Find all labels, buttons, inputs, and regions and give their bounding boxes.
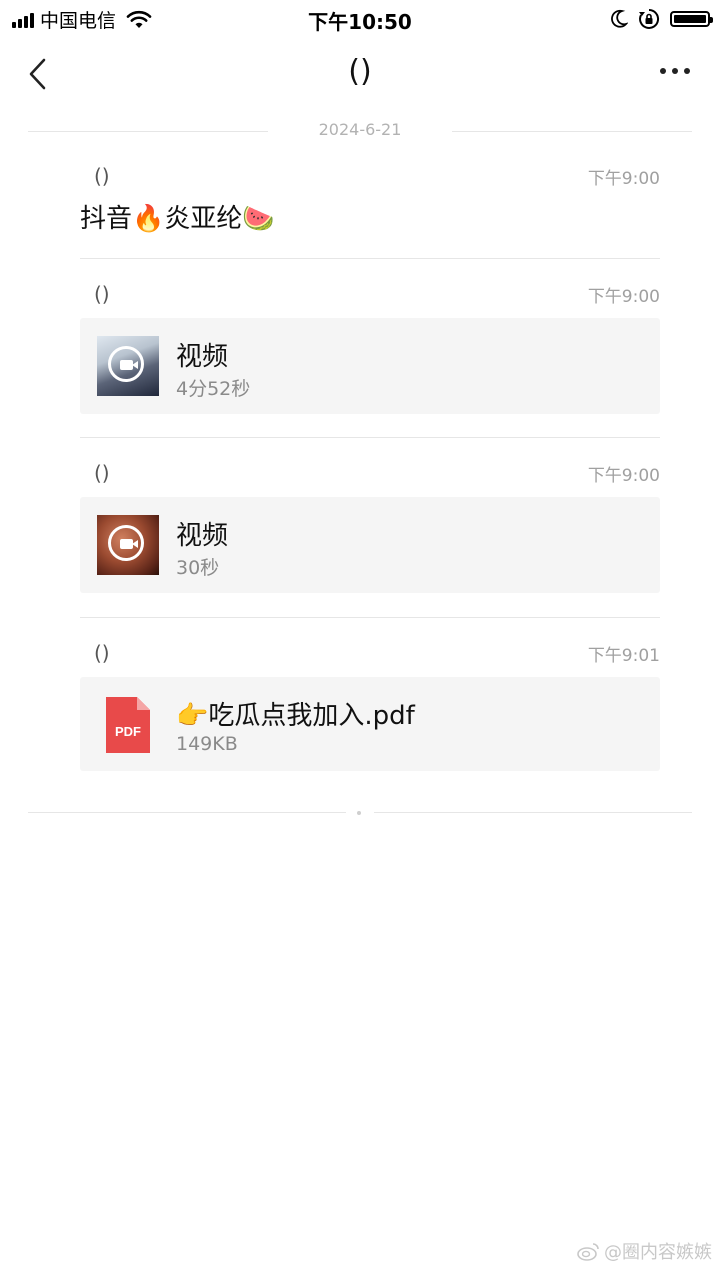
video-camera-icon (108, 525, 144, 561)
file-size: 149KB (176, 733, 238, 755)
message-text[interactable]: 抖音🔥炎亚纶🍉 (80, 198, 275, 235)
video-duration: 4分52秒 (176, 378, 251, 400)
message-divider (80, 437, 660, 438)
file-name: 👉吃瓜点我加入.pdf (176, 701, 415, 731)
end-divider-line (374, 812, 692, 813)
message-item: () 下午9:00 视频 30秒 (80, 461, 660, 593)
page-title: () (348, 54, 372, 89)
file-card[interactable]: PDF 👉吃瓜点我加入.pdf 149KB (80, 677, 660, 771)
video-camera-icon (108, 346, 144, 382)
message-item: () 下午9:01 PDF 👉吃瓜点我加入.pdf 149KB (80, 641, 660, 773)
message-time: 下午9:00 (587, 287, 660, 307)
card-title: 视频 (176, 342, 229, 372)
watermark-text: @圈内容嫉嫉 (604, 1242, 712, 1263)
sender-name: () (94, 164, 110, 188)
status-bar: 中国电信 下午10:50 (0, 0, 720, 36)
end-divider-dot (357, 811, 361, 815)
sender-name: () (94, 461, 110, 485)
video-thumbnail (97, 515, 159, 575)
date-divider: 2024-6-21 (28, 120, 692, 142)
end-divider-line (28, 812, 346, 813)
nav-bar: () (0, 44, 720, 104)
pdf-icon-label: PDF (115, 724, 141, 739)
message-item: () 下午9:00 视频 4分52秒 (80, 282, 660, 414)
video-card[interactable]: 视频 30秒 (80, 497, 660, 593)
watermark: @圈内容嫉嫉 (576, 1238, 712, 1264)
pdf-file-icon: PDF (106, 697, 150, 753)
sender-name: () (94, 282, 110, 306)
video-card[interactable]: 视频 4分52秒 (80, 318, 660, 414)
status-right (610, 8, 713, 30)
message-time: 下午9:01 (587, 646, 660, 666)
message-time: 下午9:00 (587, 169, 660, 189)
message-time: 下午9:00 (587, 466, 660, 486)
sender-name: () (94, 641, 110, 665)
card-title: 视频 (176, 521, 229, 551)
video-thumbnail (97, 336, 159, 396)
message-divider (80, 258, 660, 259)
message-divider (80, 617, 660, 618)
message-item: () 下午9:00 抖音🔥炎亚纶🍉 (80, 164, 660, 244)
weibo-logo-icon (577, 1243, 599, 1261)
rotation-lock-icon (639, 8, 660, 29)
date-label: 2024-6-21 (308, 120, 412, 139)
battery-icon (670, 11, 713, 27)
more-dots-icon[interactable] (660, 62, 690, 80)
video-duration: 30秒 (176, 557, 220, 579)
moon-icon (611, 9, 628, 28)
